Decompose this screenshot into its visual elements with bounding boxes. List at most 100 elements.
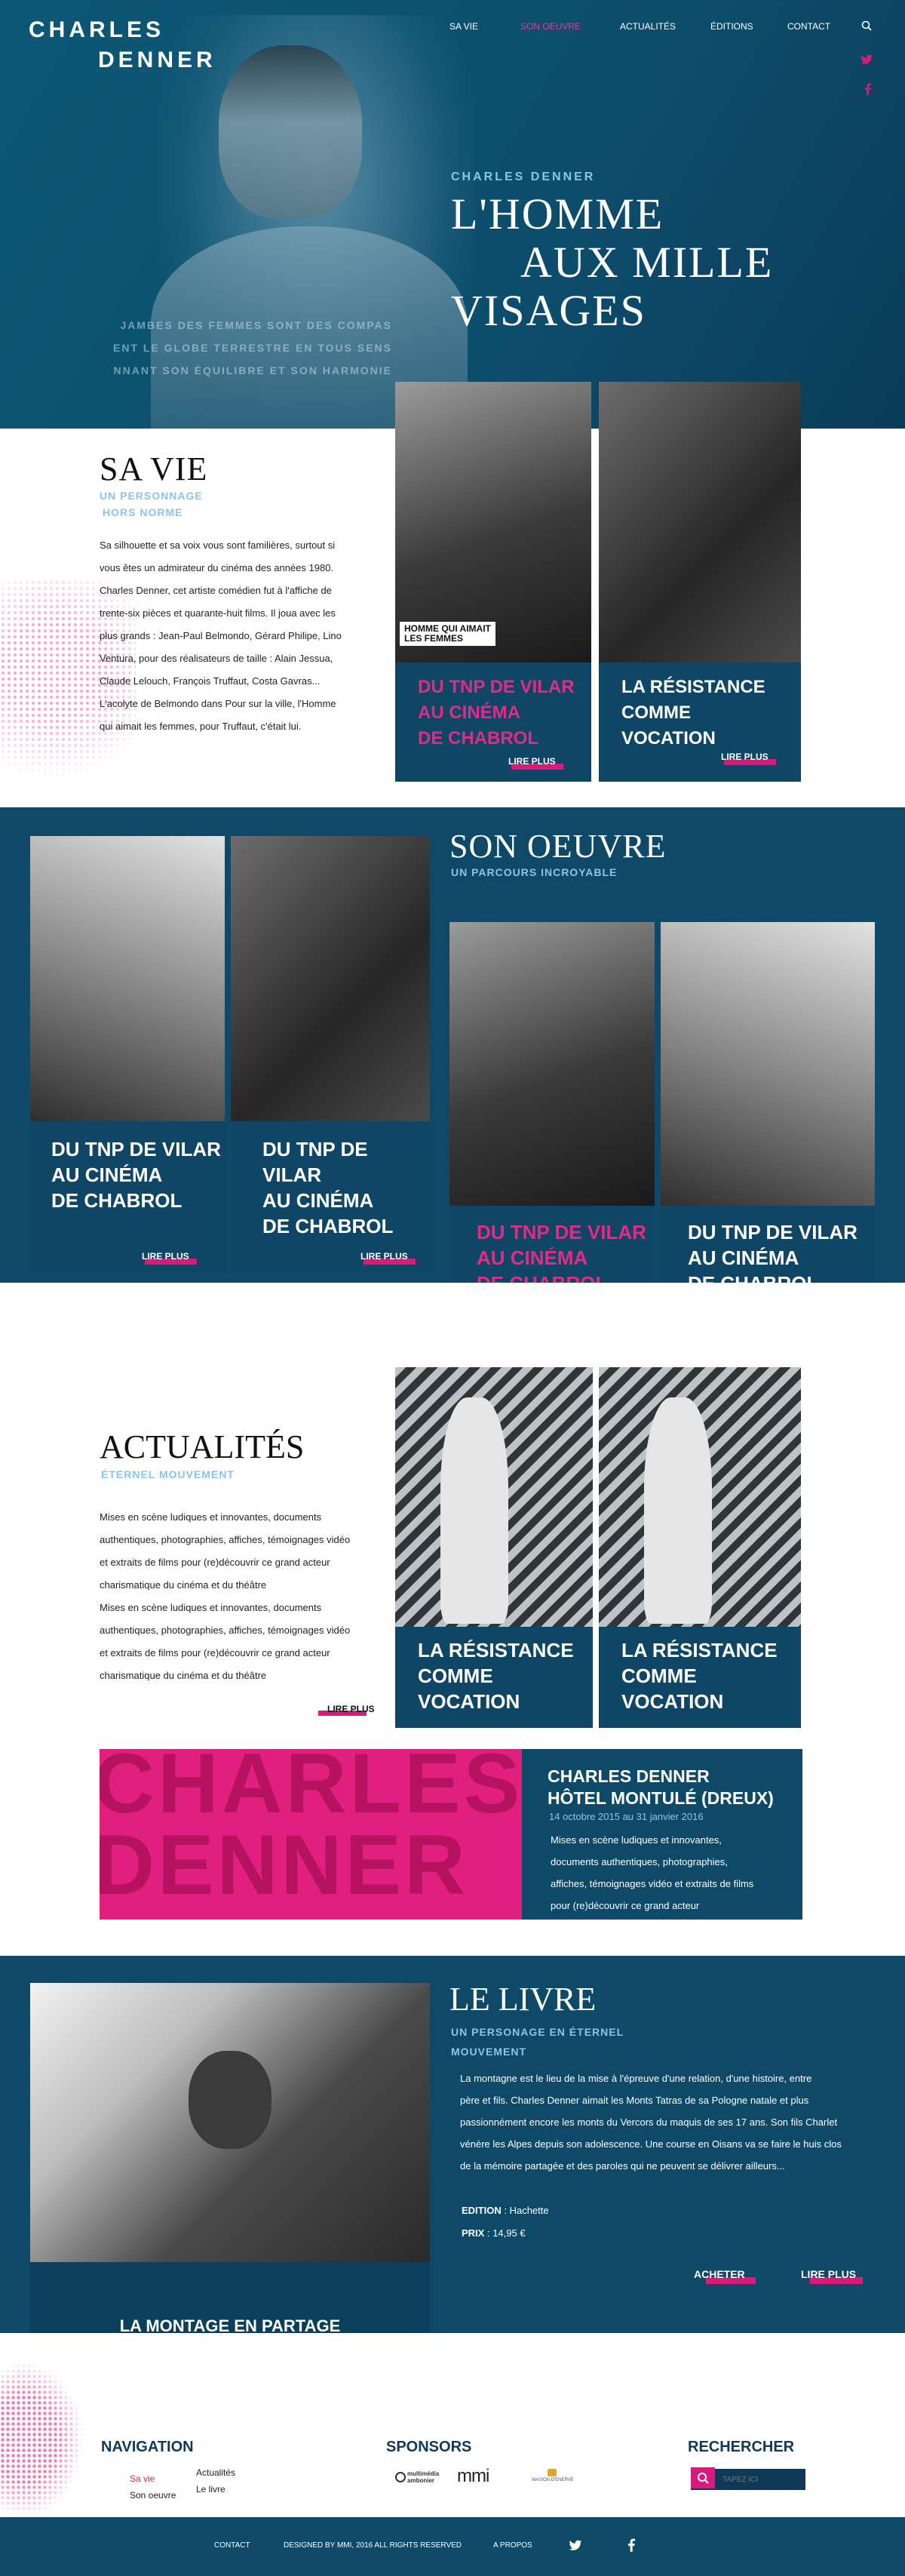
footer-nav-col1: Sa vie Son oeuvre	[130, 2470, 176, 2504]
sa-vie-card-1[interactable]: HOMME QUI AIMAIT LES FEMMES DU TNP DE VI…	[395, 382, 591, 782]
read-more-label: LIRE PLUS	[721, 752, 768, 762]
card-title-line3: DE CHABROL	[262, 1215, 394, 1237]
footer-nav-le-livre[interactable]: Le livre	[196, 2481, 235, 2498]
footer-nav-sa-vie[interactable]: Sa vie	[130, 2470, 176, 2487]
search-icon[interactable]	[861, 20, 872, 31]
card-photo	[395, 382, 591, 662]
footer-copyright: DESIGNED BY MMI, 2016 ALL RIGHTS RESERVE…	[284, 2541, 462, 2550]
card-title-line2: COMME	[621, 1665, 697, 1687]
card-title: LA RÉSISTANCE COMME VOCATION	[418, 1637, 574, 1714]
twitter-icon[interactable]	[861, 54, 873, 65]
card-title-line2: AU CINÉMA	[688, 1247, 799, 1269]
read-more-link[interactable]: LIRE PLUS	[721, 752, 776, 765]
actualites-text-line: et extraits de films pour (re)découvrir …	[100, 1647, 330, 1658]
footer-search[interactable]	[691, 2467, 805, 2490]
nav-son-oeuvre[interactable]: SON OEUVRE	[520, 21, 581, 32]
son-oeuvre-subtitle: UN PARCOURS INCROYABLE	[451, 866, 618, 878]
hero-title: L'HOMME AUX MILLE VISAGES	[451, 190, 773, 335]
livre-edition-label: EDITION	[462, 2205, 502, 2216]
card-title-line2: COMME	[621, 702, 691, 723]
hero-title-line2: AUX MILLE	[520, 238, 774, 287]
actualites-title: ACTUALITÉS	[100, 1428, 305, 1465]
hero-quote-line1: JAMBES DES FEMMES SONT DES COMPAS	[120, 319, 392, 331]
sponsor-maison-emblem	[548, 2469, 557, 2476]
actualites-card-2[interactable]: LA RÉSISTANCE COMME VOCATION	[599, 1367, 801, 1728]
buy-button[interactable]: ACHETER	[694, 2268, 756, 2284]
nav-contact[interactable]: CONTACT	[787, 21, 830, 32]
oeuvre-card-2[interactable]: DU TNP DE VILAR AU CINÉMA DE CHABROL LIR…	[231, 836, 430, 1274]
sa-vie-text-line: Claude Lelouch, François Truffaut, Costa…	[100, 675, 321, 687]
twitter-icon[interactable]	[569, 2540, 582, 2551]
footer-contact-link[interactable]: CONTACT	[214, 2541, 250, 2550]
page: CHARLES DENNER SA VIE SON OEUVRE ACTUALI…	[0, 0, 905, 2576]
read-more-label: LIRE PLUS	[508, 756, 556, 767]
actualites-text: Mises en scène ludiques et innovantes, d…	[100, 1506, 401, 1687]
sponsor-multimedia-logo[interactable]: multimédia ambonier	[395, 2469, 439, 2487]
livre-photo-figure	[189, 2051, 272, 2149]
footer-apropos-link[interactable]: A PROPOS	[493, 2541, 532, 2550]
actualites-text-line: charismatique du cinéma et du théâtre	[100, 1670, 267, 1681]
nav-actualites[interactable]: ACTUALITÉS	[620, 21, 676, 32]
read-more-link[interactable]: LIRE PLUS	[508, 756, 563, 770]
hero-title-line3: VISAGES	[451, 286, 646, 335]
card-title-line1: DU TNP DE VILAR	[477, 1221, 646, 1243]
footer-nav-col2: Actualités Le livre	[196, 2464, 235, 2498]
event-text-line: pour (re)découvrir ce grand acteur	[551, 1900, 700, 1911]
footer-search-button[interactable]	[691, 2467, 715, 2488]
le-livre-section: LA MONTAGE EN PARTAGE LE LIVRE UN PERSON…	[0, 1956, 905, 2357]
card-title-line1: DU TNP DE VILAR	[262, 1138, 368, 1186]
hero-kicker: CHARLES DENNER	[451, 171, 596, 183]
sponsor-mmi-logo[interactable]: mmi	[457, 2466, 489, 2487]
event-text: Mises en scène ludiques et innovantes, d…	[551, 1829, 753, 1917]
read-more-link[interactable]: LIRE PLUS	[142, 1251, 197, 1265]
sa-vie-card-2[interactable]: LA RÉSISTANCE COMME VOCATION LIRE PLUS	[599, 382, 801, 782]
card-photo-figure	[440, 1397, 508, 1624]
footer-nav-actualites[interactable]: Actualités	[196, 2464, 235, 2481]
card-title: LA RÉSISTANCE COMME VOCATION	[621, 1637, 778, 1714]
event-date: 14 octobre 2015 au 31 janvier 2016	[549, 1811, 704, 1822]
footer-sponsors-title: SPONSORS	[386, 2439, 472, 2455]
livre-text-line: La montagne est le lieu de la mise à l'é…	[460, 2073, 812, 2084]
actualites-card-1[interactable]: LA RÉSISTANCE COMME VOCATION	[395, 1367, 593, 1728]
card-photo	[599, 382, 801, 662]
livre-read-more[interactable]: LIRE PLUS	[801, 2268, 863, 2284]
read-more-label: LIRE PLUS	[796, 1349, 844, 1360]
facebook-icon[interactable]	[864, 83, 871, 95]
event-text-line: Mises en scène ludiques et innovantes,	[551, 1834, 722, 1846]
sa-vie-section: SA VIE UN PERSONNAGE HORS NORME Sa silho…	[0, 382, 905, 807]
actualites-section: ACTUALITÉS ÉTERNEL MOUVEMENT Mises en sc…	[0, 1283, 905, 1956]
read-more-label: LIRE PLUS	[801, 2268, 857, 2280]
nav-editions[interactable]: ÉDITIONS	[710, 21, 753, 32]
card-photo	[30, 836, 225, 1121]
footer-nav-son-oeuvre[interactable]: Son oeuvre	[130, 2487, 176, 2504]
card-photo	[231, 836, 430, 1121]
nav-sa-vie[interactable]: SA VIE	[449, 21, 478, 32]
oeuvre-card-1[interactable]: DU TNP DE VILAR AU CINÉMA DE CHABROL LIR…	[30, 836, 225, 1274]
livre-card[interactable]: LA MONTAGE EN PARTAGE	[30, 1983, 430, 2357]
event-banner-word2: DENNER	[100, 1818, 468, 1912]
footer-nav-title: NAVIGATION	[101, 2439, 194, 2455]
card-title-line2: AU CINÉMA	[262, 1189, 374, 1212]
read-more-link[interactable]: LIRE PLUS	[796, 1349, 851, 1363]
footer-search-input[interactable]	[722, 2473, 799, 2486]
event-text-line: affiches, témoignages vidéo et extraits …	[551, 1878, 754, 1889]
sa-vie-text-line: Sa silhouette et sa voix vous sont famil…	[100, 539, 336, 551]
facebook-icon[interactable]	[627, 2538, 635, 2552]
brand[interactable]: CHARLES DENNER	[29, 15, 216, 75]
livre-edition-value: : Hachette	[504, 2205, 549, 2216]
card-title: LA RÉSISTANCE COMME VOCATION	[621, 675, 765, 752]
card-title-line1: LA RÉSISTANCE	[621, 1639, 778, 1661]
read-more-label: LIRE PLUS	[572, 1349, 619, 1360]
read-more-link[interactable]: LIRE PLUS	[360, 1251, 416, 1265]
card-title-line3: DE CHABROL	[418, 728, 538, 749]
son-oeuvre-title: SON OEUVRE	[449, 828, 667, 865]
sa-vie-text-line: trente-six pièces et quarante-huit films…	[100, 607, 336, 619]
read-more-link[interactable]: LIRE PLUS	[572, 1349, 627, 1363]
brand-line2: DENNER	[98, 48, 216, 72]
event-banner[interactable]: CHARLES DENNER CHARLES DENNER HÔTEL MONT…	[100, 1749, 802, 1920]
sponsor-maison-logo[interactable]: MAISON D'ENERVE	[529, 2469, 576, 2487]
event-banner-word1: CHARLES	[100, 1749, 522, 1831]
hero-portrait-face	[219, 45, 362, 219]
actualites-text-line: charismatique du cinéma et du théâtre	[100, 1579, 267, 1591]
actualites-read-more[interactable]: LIRE PLUS	[318, 1704, 375, 1716]
